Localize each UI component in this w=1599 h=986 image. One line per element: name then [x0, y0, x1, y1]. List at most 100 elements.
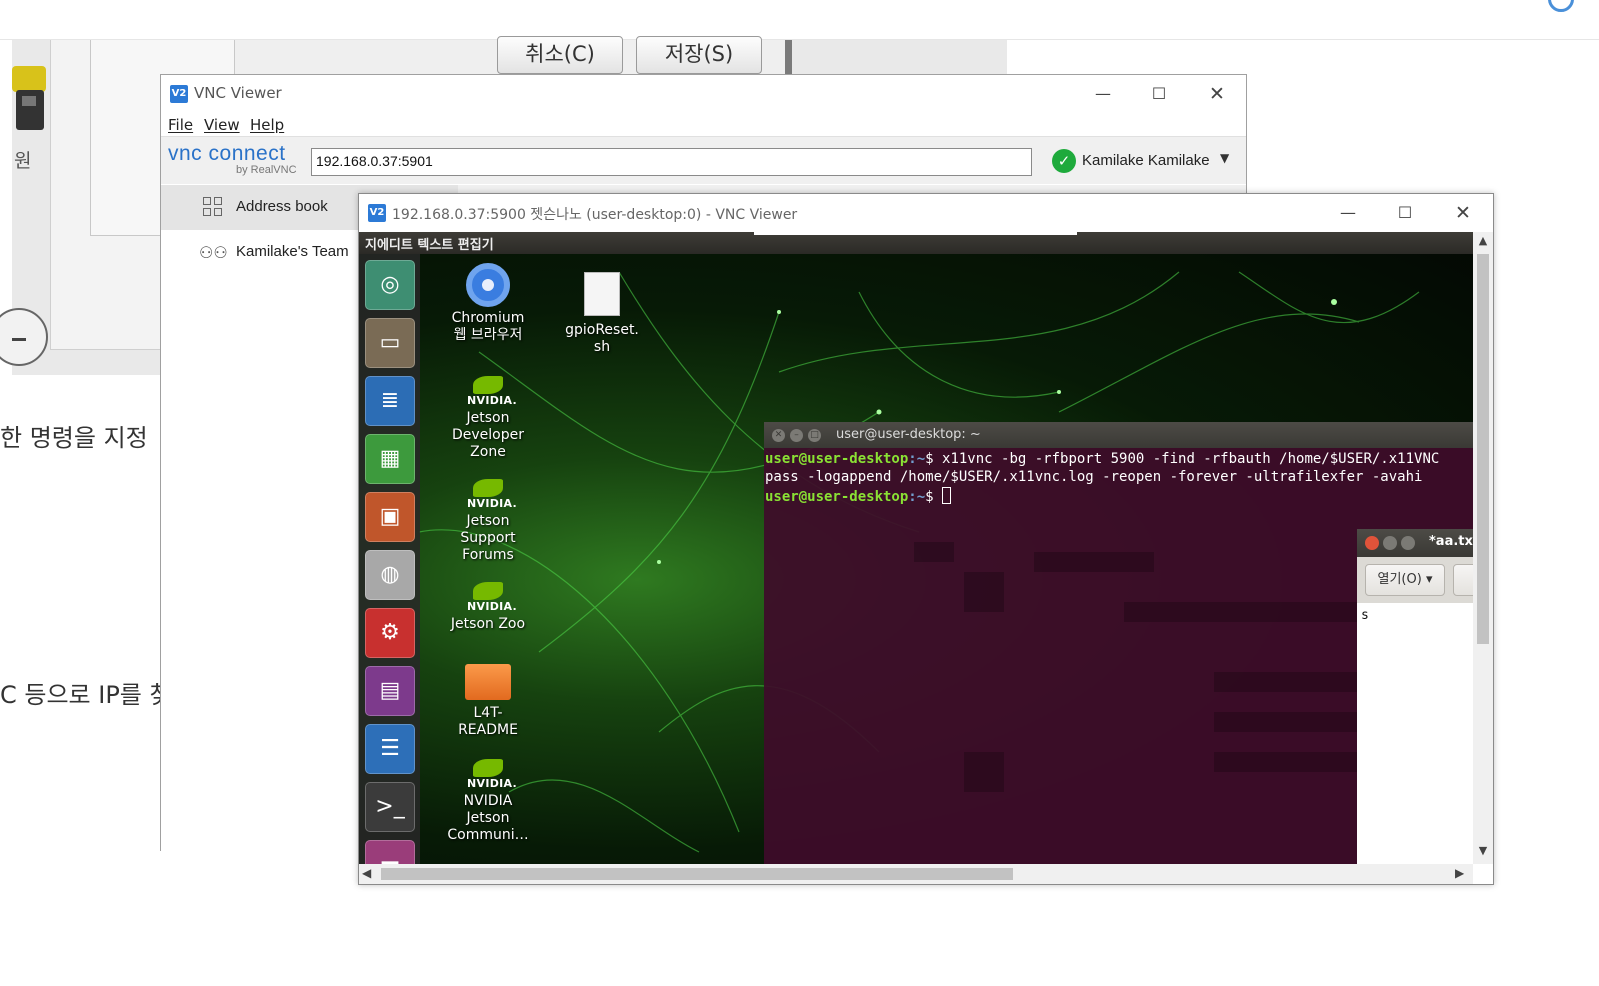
sidebar-item-team[interactable]: Kamilake's Team	[236, 243, 349, 260]
prompt-symbol: $	[925, 489, 943, 505]
horizontal-scroll-thumb[interactable]	[381, 868, 1013, 880]
desktop-sharing-icon-glyph: ▤	[379, 678, 401, 703]
session-minimize-button[interactable]: —	[1333, 200, 1363, 226]
active-app-title: 지에디트 텍스트 편집기	[365, 238, 494, 253]
presentation-icon[interactable]: ▬	[365, 840, 415, 864]
terminal-cursor	[942, 487, 952, 504]
text-editor-icon-glyph: ☰	[380, 736, 400, 761]
gedit-close-icon[interactable]	[1365, 536, 1379, 550]
maximize-button[interactable]: ☐	[1144, 81, 1174, 107]
gedit-titlebar: *aa.tx	[1357, 529, 1473, 557]
terminal-line: user@user-desktop:~$	[765, 487, 952, 505]
vnc-session-window: V2 192.168.0.37:5900 젯슨나노 (user-desktop:…	[358, 193, 1494, 885]
gedit-toolbar: 열기(O) ▾	[1357, 557, 1473, 603]
text-editor-icon[interactable]: ☰	[365, 724, 415, 774]
terminal-icon-glyph: >_	[375, 794, 405, 819]
sidebar-item-label: Address book	[236, 198, 328, 215]
writer-icon[interactable]: ≣	[365, 376, 415, 426]
desktop-icon-label-dev-zone[interactable]: Jetson Developer Zone	[433, 410, 543, 461]
shell-script-file-icon[interactable]	[584, 272, 620, 316]
desktop-sharing-icon[interactable]: ▤	[365, 666, 415, 716]
remote-desktop[interactable]: 지에디트 텍스트 편집기 ◎ ▭ ≣ ▦ ▣ ◍ ⚙ ▤ ☰ >_ ▬ Chromium웹 브라우저…	[359, 232, 1473, 864]
close-button[interactable]: ✕	[1202, 81, 1232, 107]
software-center-icon[interactable]: ◍	[365, 550, 415, 600]
scroll-down-icon[interactable]: ▼	[1473, 844, 1493, 860]
new-document-button[interactable]	[1453, 564, 1473, 596]
scroll-right-icon[interactable]: ▶	[1455, 866, 1464, 880]
prompt-user: user@user-desktop	[765, 451, 909, 467]
settings-icon[interactable]: ⚙	[365, 608, 415, 658]
prompt-symbol: $	[925, 451, 943, 467]
nvidia-logo-icon[interactable]: NVIDIA.	[467, 759, 518, 793]
calc-icon-glyph: ▦	[379, 446, 401, 471]
session-close-button[interactable]: ✕	[1448, 200, 1478, 226]
session-maximize-button[interactable]: ☐	[1390, 200, 1420, 226]
nvidia-logo-text: NVIDIA.	[467, 394, 518, 407]
nvidia-logo-icon[interactable]: NVIDIA.	[467, 582, 518, 616]
nvidia-logo-text: NVIDIA.	[467, 497, 518, 510]
prompt-path: :~	[908, 489, 926, 505]
nvidia-logo-text: NVIDIA.	[467, 600, 518, 613]
files-icon[interactable]: ▭	[365, 318, 415, 368]
menu-view[interactable]: View	[204, 116, 240, 134]
desktop-icon-label-chromium[interactable]: Chromium 웹 브라우저	[433, 310, 543, 344]
nvidia-logo-icon[interactable]: NVIDIA.	[467, 479, 518, 513]
open-button[interactable]: 열기(O) ▾	[1365, 564, 1445, 596]
gedit-minimize-icon[interactable]	[1383, 536, 1397, 550]
command-text: x11vnc -bg -rfbport 5900 -find -rfbauth …	[942, 451, 1440, 467]
signed-in-check-icon: ✓	[1052, 149, 1076, 173]
writer-icon-glyph: ≣	[380, 388, 400, 413]
horizontal-scrollbar[interactable]: ◀ ▶	[359, 864, 1473, 884]
impress-icon-glyph: ▣	[379, 504, 401, 529]
chromium-icon-center	[479, 276, 497, 294]
calc-icon[interactable]: ▦	[365, 434, 415, 484]
browser-top-bar	[0, 0, 1599, 40]
background-dialog-divider	[785, 40, 792, 75]
nvidia-logo-text: NVIDIA.	[467, 777, 518, 790]
terminal-icon[interactable]: >_	[365, 782, 415, 832]
scroll-left-icon[interactable]: ◀	[362, 866, 371, 880]
vnc-viewer-app-icon: V2	[170, 85, 188, 103]
team-icon: ⚇⚇	[199, 243, 228, 262]
scroll-up-icon[interactable]: ▲	[1473, 234, 1493, 250]
ubuntu-dash-icon[interactable]: ◎	[365, 260, 415, 310]
desktop-icon-label-forums[interactable]: Jetson Support Forums	[433, 513, 543, 564]
terminal-titlebar: ✕ – □ user@user-desktop: ~	[764, 422, 1473, 448]
minimize-button[interactable]: —	[1088, 81, 1118, 107]
content-header-strip	[458, 185, 1246, 193]
terminal-close-icon[interactable]: ✕	[772, 429, 785, 442]
ubuntu-dash-icon-glyph: ◎	[380, 272, 400, 297]
impress-icon[interactable]: ▣	[365, 492, 415, 542]
gedit-window[interactable]: *aa.tx 열기(O) ▾ s	[1357, 529, 1473, 864]
gedit-title: *aa.tx	[1429, 534, 1473, 549]
vertical-scroll-thumb[interactable]	[1477, 254, 1489, 644]
prompt-user: user@user-desktop	[765, 489, 909, 505]
terminal-maximize-icon[interactable]: □	[808, 429, 821, 442]
account-dropdown-icon[interactable]: ▼	[1220, 151, 1229, 165]
unity-launcher: ◎ ▭ ≣ ▦ ▣ ◍ ⚙ ▤ ☰ >_ ▬	[359, 254, 420, 864]
menu-file[interactable]: File	[168, 116, 193, 134]
folder-icon[interactable]	[465, 664, 511, 700]
terminal-minimize-icon[interactable]: –	[790, 429, 803, 442]
prompt-path: :~	[908, 451, 926, 467]
settings-icon-glyph: ⚙	[380, 620, 400, 645]
desktop-icon-label-community[interactable]: NVIDIA Jetson Communi…	[433, 793, 543, 844]
desktop-icon-label-zoo[interactable]: Jetson Zoo	[433, 616, 543, 633]
desktop-icon-label-gpio[interactable]: gpioReset. sh	[547, 322, 657, 356]
vnc-connect-logo: vnc connect	[168, 142, 286, 165]
session-window-title: 192.168.0.37:5900 젯슨나노 (user-desktop:0) …	[392, 207, 798, 223]
desktop-icon-label-l4t[interactable]: L4T- README	[433, 705, 543, 739]
gedit-editor-text[interactable]: s	[1361, 608, 1369, 623]
gedit-maximize-icon[interactable]	[1401, 536, 1415, 550]
nvidia-logo-icon[interactable]: NVIDIA.	[467, 376, 518, 410]
vertical-scrollbar[interactable]: ▲ ▼	[1473, 232, 1493, 864]
background-side-label: 원	[14, 150, 32, 172]
account-name[interactable]: Kamilake Kamilake	[1082, 152, 1210, 169]
grid-icon	[203, 197, 223, 217]
top-panel-highlight	[754, 232, 1077, 235]
background-save-button: 저장(S)	[636, 36, 762, 74]
address-input[interactable]: 192.168.0.37:5901	[311, 148, 1032, 176]
window-title: VNC Viewer	[194, 84, 282, 102]
menu-help[interactable]: Help	[250, 116, 284, 134]
terminal-line: user@user-desktop:~$ x11vnc -bg -rfbport…	[765, 451, 1439, 467]
